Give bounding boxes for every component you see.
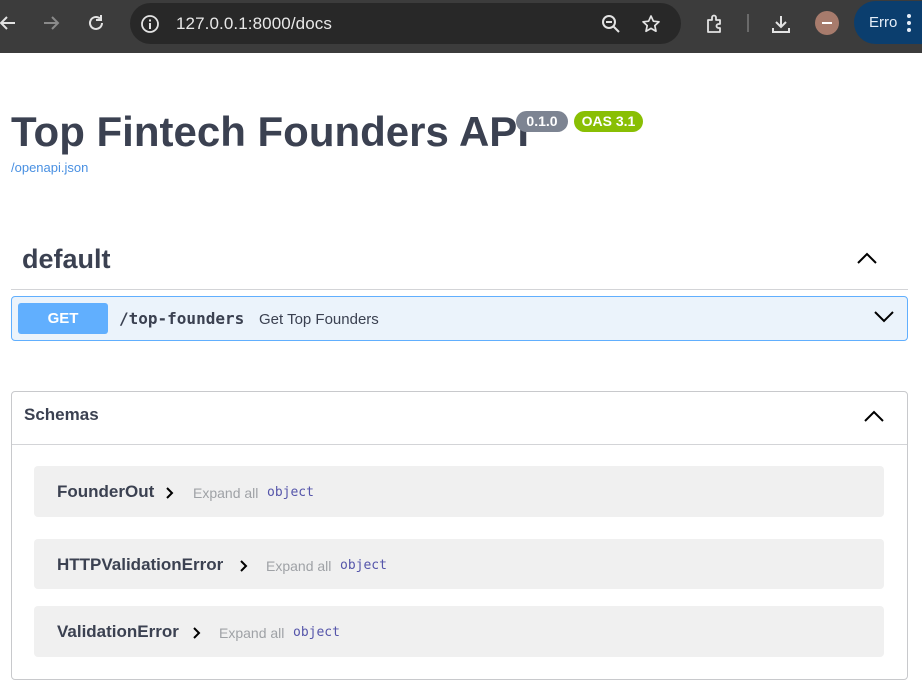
operation-path: /top-founders [119, 309, 245, 328]
zoom-icon[interactable] [600, 13, 622, 35]
version-badge: 0.1.0 [516, 111, 568, 132]
download-icon[interactable] [769, 12, 793, 36]
model-type: object [293, 625, 340, 640]
oas-badge: OAS 3.1 [574, 111, 643, 132]
bookmark-star-icon[interactable] [640, 13, 662, 35]
reload-icon[interactable] [80, 7, 112, 39]
operation-summary: Get Top Founders [259, 311, 379, 328]
http-method-badge: GET [18, 303, 108, 334]
model-name[interactable]: ValidationError [57, 622, 179, 642]
model-name[interactable]: HTTPValidationError [57, 555, 223, 575]
chevron-right-icon[interactable] [165, 486, 175, 505]
model-type: object [267, 485, 314, 500]
chevron-right-icon[interactable] [192, 626, 202, 645]
site-info-icon[interactable] [139, 13, 161, 35]
model-founder-out[interactable]: FounderOut Expand all object [34, 466, 884, 517]
expand-all-link[interactable]: Expand all [266, 558, 331, 574]
profile-error-label: Erro [869, 14, 898, 31]
expand-all-link[interactable]: Expand all [193, 485, 258, 501]
toolbar-separator [747, 14, 749, 32]
avatar-icon[interactable] [815, 11, 839, 35]
model-validation-error[interactable]: ValidationError Expand all object [34, 606, 884, 657]
model-name[interactable]: FounderOut [57, 482, 154, 502]
extensions-icon[interactable] [703, 12, 727, 36]
page-title: Top Fintech Founders API [11, 108, 529, 155]
openapi-json-link[interactable]: /openapi.json [11, 160, 88, 175]
expand-all-link[interactable]: Expand all [219, 625, 284, 641]
menu-icon[interactable] [907, 14, 911, 35]
tag-section-title[interactable]: default [22, 244, 111, 275]
url-text[interactable]: 127.0.0.1:8000/docs [176, 14, 332, 34]
profile-error-button[interactable]: Erro [854, 1, 922, 44]
back-icon[interactable] [0, 7, 24, 39]
schemas-section: Schemas FounderOut Expand all object HTT… [11, 391, 908, 680]
operation-get-top-founders[interactable]: GET /top-founders Get Top Founders [11, 296, 908, 341]
model-http-validation-error[interactable]: HTTPValidationError Expand all object [34, 539, 884, 589]
schemas-title: Schemas [24, 405, 99, 424]
expand-chevron-icon[interactable] [872, 309, 896, 330]
collapse-chevron-icon[interactable] [862, 408, 886, 429]
schemas-header[interactable]: Schemas [12, 392, 907, 445]
model-type: object [340, 558, 387, 573]
address-bar[interactable]: 127.0.0.1:8000/docs [130, 3, 681, 44]
tag-divider [11, 289, 908, 290]
collapse-chevron-icon[interactable] [855, 250, 879, 271]
forward-icon[interactable] [35, 7, 67, 39]
browser-toolbar: 127.0.0.1:8000/docs Erro [0, 0, 922, 53]
chevron-right-icon[interactable] [239, 559, 249, 578]
